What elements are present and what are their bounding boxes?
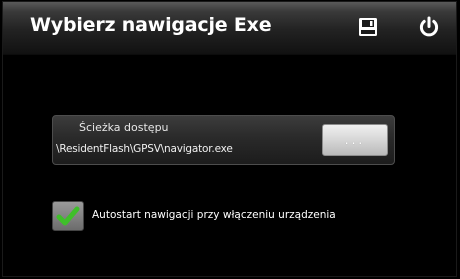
power-button[interactable] — [417, 15, 441, 39]
dialog-frame: Wybierz nawigacje Exe Ścieżka dostępu \R… — [3, 2, 456, 276]
power-icon — [419, 16, 439, 37]
autostart-checkbox[interactable] — [52, 201, 84, 231]
page-title: Wybierz nawigacje Exe — [30, 14, 272, 36]
checkmark-icon — [56, 206, 80, 226]
browse-button[interactable]: ... — [322, 124, 388, 156]
save-button[interactable] — [357, 16, 379, 38]
autostart-label[interactable]: Autostart nawigacji przy włączeniu urząd… — [92, 209, 336, 221]
path-label: Ścieżka dostępu — [79, 121, 169, 134]
title-bar: Wybierz nawigacje Exe — [3, 2, 456, 55]
save-icon — [359, 18, 377, 36]
path-value: \ResidentFlash\GPSV\navigator.exe — [56, 143, 233, 155]
path-panel: Ścieżka dostępu \ResidentFlash\GPSV\navi… — [52, 115, 395, 165]
